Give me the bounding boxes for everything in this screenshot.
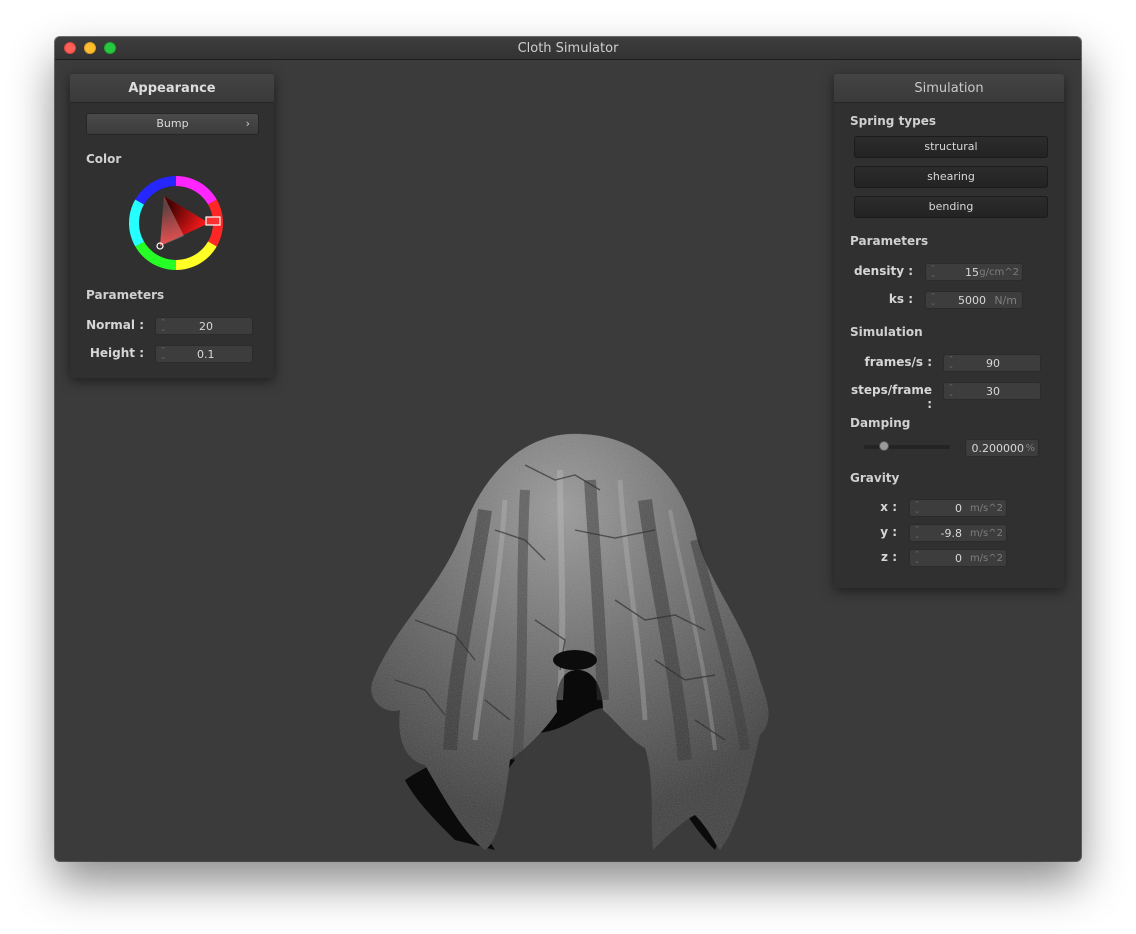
- ks-value: 5000: [958, 294, 986, 307]
- gravity-x-unit: m/s^2: [969, 503, 1003, 514]
- damping-unit: %: [1025, 443, 1035, 454]
- simulation-panel-title[interactable]: Simulation: [834, 74, 1064, 103]
- damping-slider-track[interactable]: [864, 445, 950, 449]
- close-window-button[interactable]: [64, 42, 76, 54]
- gravity-y-unit: m/s^2: [969, 528, 1003, 539]
- color-wheel[interactable]: [129, 176, 223, 270]
- normal-label: Normal :: [86, 318, 144, 332]
- steps-per-frame-value: 30: [986, 385, 1000, 398]
- spring-types-label: Spring types: [850, 114, 937, 128]
- density-input[interactable]: ⌃ ⌄ 15 g/cm^2: [925, 263, 1023, 281]
- ks-input[interactable]: ⌃ ⌄ 5000 N/m: [925, 291, 1023, 309]
- spinner-arrows-icon[interactable]: ⌃ ⌄: [947, 356, 955, 370]
- appearance-parameters-label: Parameters: [86, 288, 165, 302]
- steps-per-frame-label: steps/frame :: [850, 383, 932, 411]
- shearing-toggle-button[interactable]: shearing: [854, 166, 1048, 188]
- spinner-arrows-icon[interactable]: ⌃ ⌄: [913, 501, 921, 515]
- render-viewport[interactable]: Appearance Bump › Color Parameters Norma…: [55, 60, 1081, 861]
- damping-value: 0.200000: [971, 442, 1025, 455]
- shader-dropdown-value: Bump: [156, 117, 189, 130]
- damping-input[interactable]: 0.200000 %: [965, 439, 1039, 457]
- color-label: Color: [86, 152, 122, 166]
- ks-label: ks :: [888, 292, 913, 306]
- gravity-x-label: x :: [880, 500, 897, 514]
- damping-slider-handle[interactable]: [879, 441, 890, 451]
- height-value: 0.1: [197, 348, 215, 361]
- simulation-section-label: Simulation: [850, 325, 923, 339]
- gravity-y-value: -9.8: [940, 527, 962, 540]
- window-title: Cloth Simulator: [517, 41, 619, 56]
- spinner-arrows-icon[interactable]: ⌃ ⌄: [913, 526, 921, 540]
- normal-input[interactable]: ⌃ ⌄ 20: [155, 317, 253, 335]
- gravity-y-label: y :: [880, 525, 897, 539]
- steps-per-frame-input[interactable]: ⌃ ⌄ 30: [943, 382, 1041, 400]
- gravity-y-input[interactable]: ⌃ ⌄ -9.8 m/s^2: [909, 524, 1007, 542]
- minimize-window-button[interactable]: [84, 42, 96, 54]
- title-bar[interactable]: Cloth Simulator: [55, 37, 1081, 60]
- structural-toggle-button[interactable]: structural: [854, 136, 1048, 158]
- gravity-z-input[interactable]: ⌃ ⌄ 0 m/s^2: [909, 549, 1007, 567]
- gravity-z-label: z :: [881, 550, 897, 564]
- spinner-arrows-icon[interactable]: ⌃ ⌄: [159, 319, 167, 333]
- height-input[interactable]: ⌃ ⌄ 0.1: [155, 345, 253, 363]
- frames-per-second-value: 90: [986, 357, 1000, 370]
- gravity-z-value: 0: [955, 552, 962, 565]
- zoom-window-button[interactable]: [104, 42, 116, 54]
- damping-label: Damping: [850, 416, 911, 430]
- density-label: density :: [853, 264, 913, 278]
- appearance-panel: Appearance Bump › Color Parameters Norma…: [70, 74, 274, 378]
- gravity-label: Gravity: [850, 471, 900, 485]
- simulation-parameters-label: Parameters: [850, 234, 929, 248]
- density-value: 15: [965, 266, 979, 279]
- gravity-x-input[interactable]: ⌃ ⌄ 0 m/s^2: [909, 499, 1007, 517]
- shader-dropdown[interactable]: Bump ›: [86, 113, 259, 135]
- frames-per-second-input[interactable]: ⌃ ⌄ 90: [943, 354, 1041, 372]
- appearance-panel-title[interactable]: Appearance: [70, 74, 274, 103]
- bending-toggle-button[interactable]: bending: [854, 196, 1048, 218]
- gravity-z-unit: m/s^2: [969, 553, 1003, 564]
- spinner-arrows-icon[interactable]: ⌃ ⌄: [929, 293, 937, 307]
- frames-per-second-label: frames/s :: [864, 355, 932, 369]
- simulation-panel: Simulation Spring types structural shear…: [834, 74, 1064, 588]
- ks-unit: N/m: [994, 294, 1017, 307]
- spinner-arrows-icon[interactable]: ⌃ ⌄: [947, 384, 955, 398]
- gravity-x-value: 0: [955, 502, 962, 515]
- chevron-right-icon: ›: [245, 117, 250, 130]
- spinner-arrows-icon[interactable]: ⌃ ⌄: [929, 265, 937, 279]
- spinner-arrows-icon[interactable]: ⌃ ⌄: [913, 551, 921, 565]
- normal-value: 20: [199, 320, 213, 333]
- height-label: Height :: [89, 346, 144, 360]
- app-window: Cloth Simulator Appearance Bump › Color …: [55, 37, 1081, 861]
- density-unit: g/cm^2: [979, 267, 1019, 278]
- spinner-arrows-icon[interactable]: ⌃ ⌄: [159, 347, 167, 361]
